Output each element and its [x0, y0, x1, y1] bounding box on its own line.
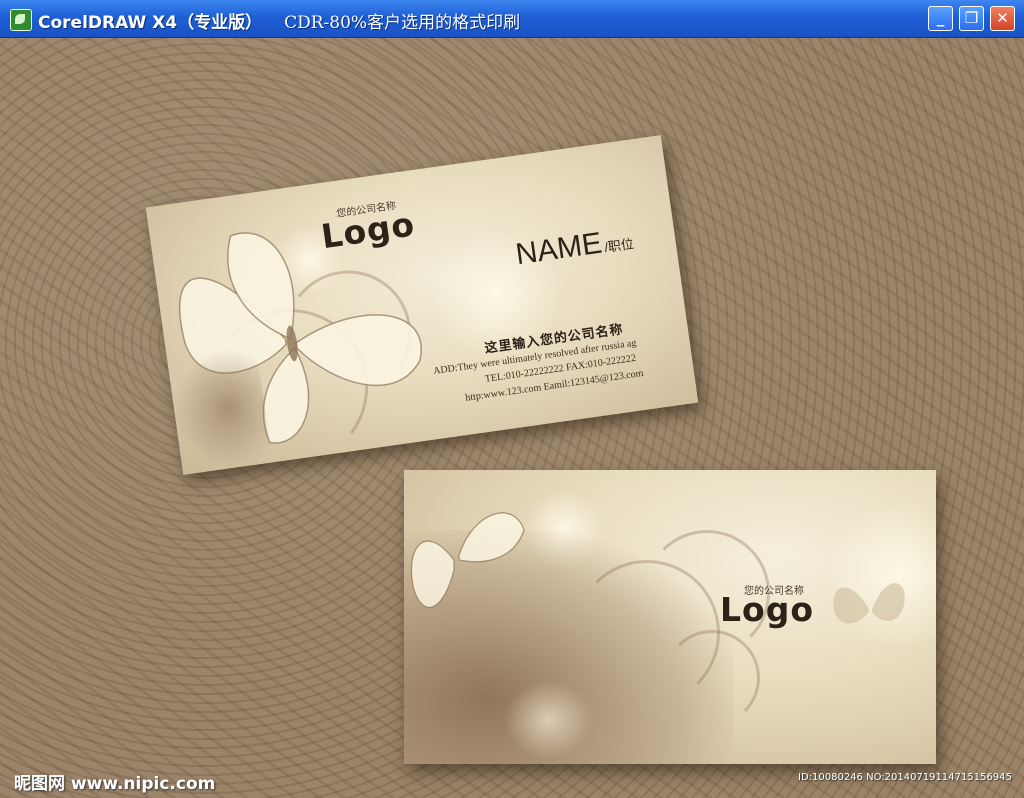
- nipic-watermark: 昵图网 www.nipic.com: [14, 774, 216, 794]
- app-title: CorelDRAW X4（专业版）: [38, 13, 263, 33]
- woman-face-silhouette: [166, 343, 273, 475]
- minimize-button[interactable]: _: [928, 6, 953, 31]
- restore-icon: ❐: [964, 9, 979, 27]
- coreldraw-app-icon: [10, 9, 32, 31]
- business-card-back: 您的公司名称 Logo: [404, 470, 936, 764]
- maximize-button[interactable]: ❐: [959, 6, 984, 31]
- butterfly-icon: [833, 583, 905, 624]
- image-id-watermark: ID:10080246 NO:20140719114715156945: [798, 772, 1012, 783]
- front-name: NAME/职位: [514, 222, 636, 272]
- back-logo: Logo: [720, 590, 814, 629]
- close-button[interactable]: ✕: [990, 6, 1015, 31]
- window-subtitle: CDR-80%客户选用的格式印刷: [284, 13, 521, 33]
- window-title: CorelDRAW X4（专业版） CDR-80%客户选用的格式印刷: [38, 8, 520, 33]
- butterfly-illustration-back: [410, 512, 525, 609]
- woman-face-silhouette: [504, 680, 594, 760]
- window-titlebar[interactable]: CorelDRAW X4（专业版） CDR-80%客户选用的格式印刷 _ ❐ ✕: [0, 0, 1024, 38]
- position-text: /职位: [603, 235, 635, 255]
- minimize-icon: _: [936, 9, 945, 27]
- hair-swirl: [664, 630, 760, 726]
- name-text: NAME: [513, 226, 605, 272]
- close-icon: ✕: [996, 9, 1009, 27]
